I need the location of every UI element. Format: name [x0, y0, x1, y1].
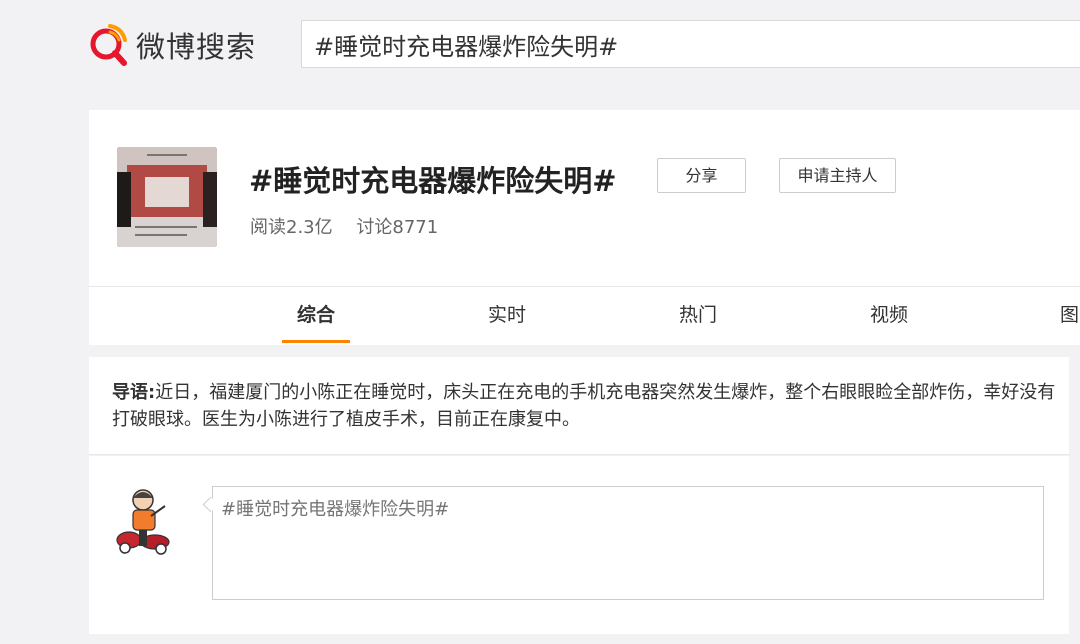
tab-hot[interactable]: 热门	[658, 287, 738, 343]
compose-textarea[interactable]	[212, 486, 1044, 600]
compose-area	[89, 456, 1069, 634]
read-count: 阅读2.3亿	[250, 217, 333, 238]
share-button[interactable]: 分享	[657, 158, 746, 193]
search-input[interactable]	[301, 20, 1080, 68]
search-logo-icon	[90, 24, 127, 66]
tab-images[interactable]: 图	[1040, 287, 1080, 343]
user-avatar-icon[interactable]	[115, 486, 177, 556]
tab-realtime[interactable]: 实时	[467, 287, 547, 343]
topic-tabs: 综合 实时 热门 视频 图	[89, 286, 1080, 345]
weibo-search-logo[interactable]: 微博搜索	[88, 22, 256, 68]
apply-host-button[interactable]: 申请主持人	[779, 158, 896, 193]
tab-comprehensive[interactable]: 综合	[276, 287, 356, 343]
topic-thumbnail[interactable]	[117, 147, 217, 247]
discussion-count: 讨论8771	[356, 217, 439, 238]
topic-stats: 阅读2.3亿 讨论8771	[250, 213, 438, 239]
charger-photo-icon	[117, 147, 217, 247]
tab-video[interactable]: 视频	[849, 287, 929, 343]
intro-label: 导语:	[112, 382, 156, 403]
intro-text: 近日，福建厦门的小陈正在睡觉时，床头正在充电的手机充电器突然发生爆炸，整个右眼眼…	[112, 382, 1056, 430]
topic-title: #睡觉时充电器爆炸险失明#	[249, 164, 617, 198]
logo-text: 微博搜索	[136, 30, 257, 64]
topic-card: #睡觉时充电器爆炸险失明# 阅读2.3亿 讨论8771 分享 申请主持人	[89, 110, 1080, 286]
topic-intro: 导语:近日，福建厦门的小陈正在睡觉时，床头正在充电的手机充电器突然发生爆炸，整个…	[89, 357, 1069, 455]
